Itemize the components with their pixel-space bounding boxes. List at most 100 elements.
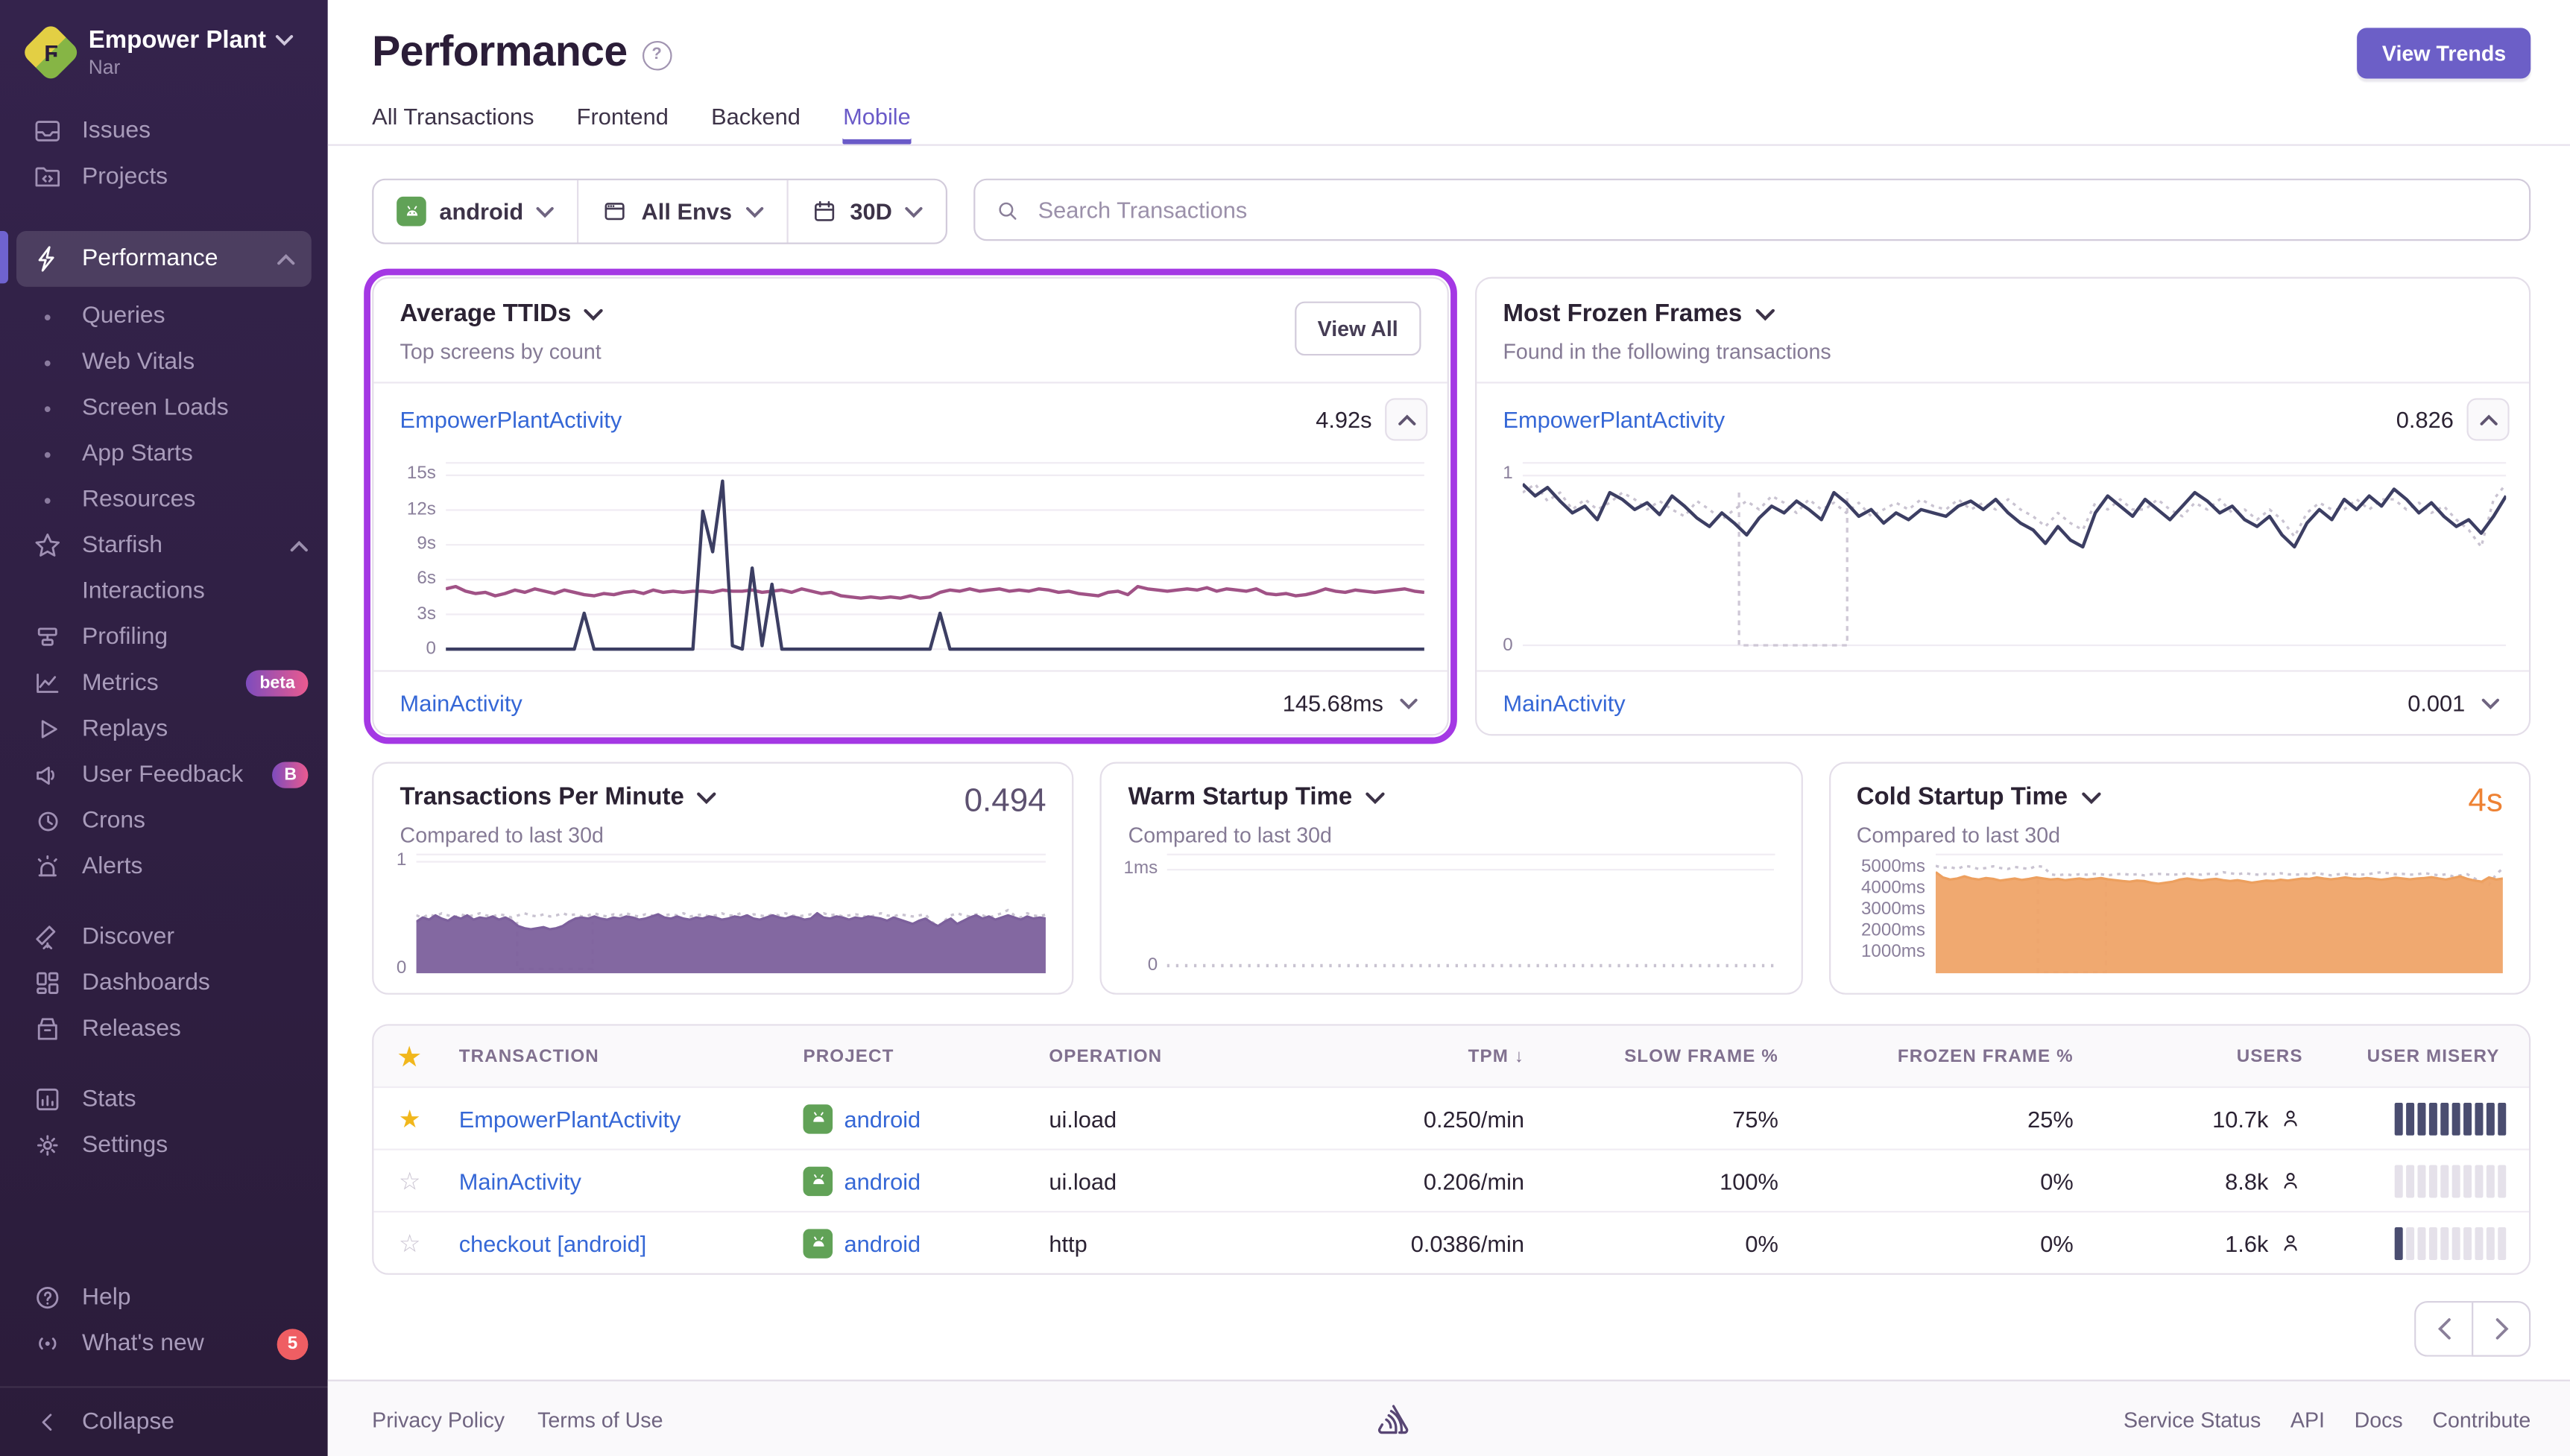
sidebar-item-discover[interactable]: Discover	[0, 914, 328, 960]
table-row: ☆checkout [android]androidhttp0.0386/min…	[373, 1211, 2529, 1273]
warm-startup-title-dropdown[interactable]: Warm Startup Time	[1128, 783, 1775, 811]
axis-tick-label: 5000ms	[1861, 857, 1925, 876]
transaction-link[interactable]: EmpowerPlantActivity	[400, 406, 622, 432]
sidebar-item-releases[interactable]: Releases	[0, 1006, 328, 1052]
bullet-icon: •	[33, 349, 63, 374]
project-link[interactable]: android	[844, 1168, 921, 1194]
tpm-cell: 0.206/min	[1327, 1168, 1537, 1194]
sidebar-item-settings[interactable]: Settings	[0, 1122, 328, 1168]
cold-startup-title-dropdown[interactable]: Cold Startup Time	[1857, 783, 2503, 811]
sidebar-item-user-feedback[interactable]: User FeedbackB	[0, 752, 328, 798]
sidebar-item-starfish[interactable]: Starfish	[0, 522, 328, 569]
sidebar-item-app-starts[interactable]: •App Starts	[0, 431, 328, 477]
issues-icon	[33, 116, 63, 146]
project-filter[interactable]: android	[373, 180, 577, 243]
environment-filter[interactable]: All Envs	[578, 180, 786, 243]
expand-series-button[interactable]	[1397, 694, 1421, 712]
sidebar-nav: IssuesProjects Performance •Queries•Web Vi…	[0, 101, 328, 1274]
sidebar-item-performance[interactable]: Performance	[16, 231, 312, 287]
org-switcher[interactable]: Ϝ Empower Plant Nar	[0, 0, 328, 101]
search-icon	[995, 197, 1020, 222]
sidebar-item-alerts[interactable]: Alerts	[0, 843, 328, 890]
sidebar-item-web-vitals[interactable]: •Web Vitals	[0, 339, 328, 385]
project-link[interactable]: android	[844, 1105, 921, 1131]
sidebar-item-crons[interactable]: Crons	[0, 798, 328, 844]
next-page-button[interactable]	[2472, 1301, 2530, 1357]
sidebar-item-replays[interactable]: Replays	[0, 706, 328, 753]
help-icon[interactable]: ?	[642, 40, 672, 70]
sidebar-item-queries[interactable]: •Queries	[0, 294, 328, 340]
transaction-link[interactable]: EmpowerPlantActivity	[1503, 406, 1725, 432]
users-cell: 1.6k	[2086, 1229, 2316, 1256]
org-logo: Ϝ	[21, 22, 81, 83]
sidebar-item-help[interactable]: Help	[0, 1275, 328, 1321]
collapse-series-button[interactable]	[1385, 398, 1427, 440]
docs-link[interactable]: Docs	[2355, 1407, 2403, 1431]
slow-frame-cell: 75%	[1538, 1105, 1792, 1131]
table-row: ★EmpowerPlantActivityandroidui.load0.250…	[373, 1086, 2529, 1149]
pagination	[328, 1301, 2530, 1357]
terms-of-use-link[interactable]: Terms of Use	[537, 1407, 663, 1431]
api-link[interactable]: API	[2290, 1407, 2325, 1431]
tab-frontend[interactable]: Frontend	[577, 104, 669, 145]
user-misery-bars	[2316, 1102, 2522, 1135]
sidebar-item-what-s-new[interactable]: What's new5	[0, 1320, 328, 1367]
project-link[interactable]: android	[844, 1229, 921, 1256]
transaction-link[interactable]: MainActivity	[459, 1168, 581, 1194]
transaction-link[interactable]: EmpowerPlantActivity	[459, 1105, 681, 1131]
user-misery-bars	[2316, 1164, 2522, 1197]
axis-tick-label: 0	[1503, 636, 1512, 655]
col-users: USERS	[2086, 1046, 2316, 1066]
previous-page-button[interactable]	[2414, 1301, 2472, 1357]
crons-icon	[33, 806, 63, 836]
sidebar-item-profiling[interactable]: Profiling	[0, 615, 328, 661]
releases-icon	[33, 1014, 63, 1044]
settings-icon	[33, 1130, 63, 1160]
sidebar-item-projects[interactable]: Projects	[0, 154, 328, 200]
average-ttids-title-dropdown[interactable]: Average TTIDs	[400, 300, 1421, 327]
sidebar-item-resources[interactable]: •Resources	[0, 477, 328, 523]
search-transactions[interactable]	[974, 179, 2530, 241]
sentry-logo	[663, 1399, 2123, 1439]
star-toggle[interactable]: ★	[373, 1104, 446, 1133]
slow-frame-cell: 100%	[1538, 1168, 1792, 1194]
sidebar-item-issues[interactable]: Issues	[0, 108, 328, 154]
search-input[interactable]	[1035, 195, 2509, 225]
transaction-link[interactable]: MainActivity	[1503, 690, 1625, 716]
help-icon	[33, 1283, 63, 1313]
tpm-title-dropdown[interactable]: Transactions Per Minute	[400, 783, 1046, 811]
sidebar-item-metrics[interactable]: Metricsbeta	[0, 660, 328, 706]
sidebar-item-interactions[interactable]: Interactions	[0, 569, 328, 615]
sidebar-item-dashboards[interactable]: Dashboards	[0, 960, 328, 1007]
contribute-link[interactable]: Contribute	[2432, 1407, 2530, 1431]
star-column-header-icon[interactable]: ★	[373, 1041, 446, 1071]
star-toggle[interactable]: ☆	[373, 1166, 446, 1196]
most-frozen-frames-title-dropdown[interactable]: Most Frozen Frames	[1503, 300, 2502, 327]
expand-series-button[interactable]	[2478, 694, 2503, 712]
collapse-button[interactable]: Collapse	[0, 1399, 328, 1446]
privacy-policy-link[interactable]: Privacy Policy	[372, 1407, 505, 1431]
col-project: PROJECT	[790, 1046, 1036, 1066]
transaction-link[interactable]: checkout [android]	[459, 1229, 647, 1256]
tpm-cell: 0.250/min	[1327, 1105, 1537, 1131]
tab-backend[interactable]: Backend	[711, 104, 801, 145]
tpm-chart: 10	[373, 847, 1072, 993]
view-trends-button[interactable]: View Trends	[2358, 28, 2530, 78]
slow-frame-cell: 0%	[1538, 1229, 1792, 1256]
col-tpm-sort[interactable]: TPM ↓	[1327, 1046, 1537, 1066]
axis-tick-label: 0	[1148, 956, 1158, 975]
date-range-filter[interactable]: 30D	[786, 180, 947, 243]
org-name: Empower Plant	[89, 26, 266, 54]
star-toggle[interactable]: ☆	[373, 1228, 446, 1258]
tab-all-transactions[interactable]: All Transactions	[372, 104, 534, 145]
view-all-button[interactable]: View All	[1295, 302, 1421, 356]
what-s-new-badge: 5	[277, 1328, 309, 1359]
axis-tick-label: 2000ms	[1861, 921, 1925, 940]
collapse-series-button[interactable]	[2466, 398, 2509, 440]
sidebar-item-screen-loads[interactable]: •Screen Loads	[0, 385, 328, 431]
service-status-link[interactable]: Service Status	[2124, 1407, 2261, 1431]
tab-mobile[interactable]: Mobile	[843, 104, 911, 145]
transaction-link[interactable]: MainActivity	[400, 690, 522, 716]
user-misery-bars	[2316, 1226, 2522, 1259]
sidebar-item-stats[interactable]: Stats	[0, 1077, 328, 1123]
